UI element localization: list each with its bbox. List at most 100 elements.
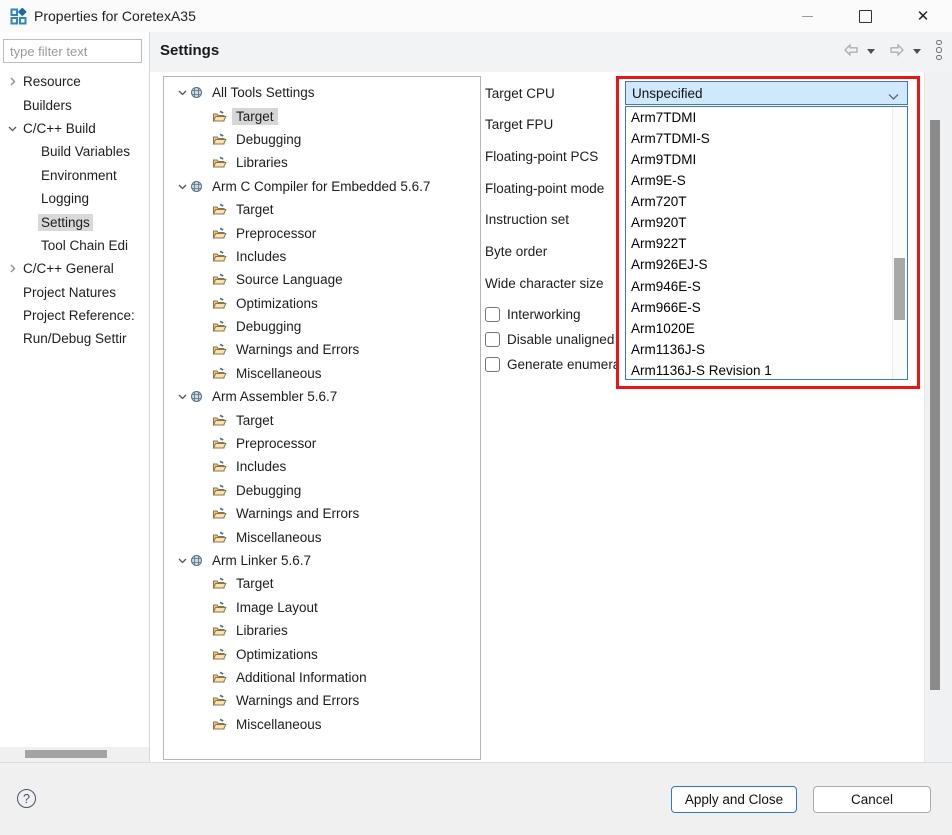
checkbox-row-disable-unaligned[interactable]: Disable unaligned <box>485 329 614 349</box>
open-folder-icon <box>212 343 227 356</box>
view-menu-icon[interactable] <box>930 41 948 59</box>
cpu-option-arm920t[interactable]: Arm920T <box>626 212 907 233</box>
maximize-button[interactable] <box>836 0 894 32</box>
tool-tree-item-target[interactable]: Target <box>164 408 480 431</box>
cpu-option-arm1020e[interactable]: Arm1020E <box>626 318 907 339</box>
sidebar-item-c-c-build[interactable]: C/C++ Build <box>0 117 150 140</box>
main-vertical-scrollbar[interactable] <box>924 72 952 762</box>
tool-tree-item-label: Debugging <box>232 318 305 335</box>
minimize-button[interactable] <box>778 0 836 32</box>
checkbox-interworking[interactable] <box>485 307 500 322</box>
open-folder-icon <box>212 507 227 520</box>
tool-tree-item-label: Target <box>232 108 278 125</box>
cpu-option-arm966e-s[interactable]: Arm966E-S <box>626 297 907 318</box>
tool-tree-item-target[interactable]: Target <box>164 198 480 221</box>
tool-tree-item-miscellaneous[interactable]: Miscellaneous <box>164 713 480 736</box>
forward-arrow-icon[interactable] <box>888 41 906 59</box>
tool-tree-item-label: Target <box>232 412 278 429</box>
tool-tree-item-warnings-and-errors[interactable]: Warnings and Errors <box>164 338 480 361</box>
sidebar-item-logging[interactable]: Logging <box>0 187 150 210</box>
tool-tree-item-debugging[interactable]: Debugging <box>164 315 480 338</box>
tool-tree-item-arm-c-compiler-for-embedded-5-6-7[interactable]: Arm C Compiler for Embedded 5.6.7 <box>164 175 480 198</box>
checkbox-generate-enumerat[interactable] <box>485 357 500 372</box>
cpu-option-arm1136j-s[interactable]: Arm1136J-S <box>626 339 907 360</box>
back-history-dropdown-icon[interactable] <box>862 41 880 59</box>
field-label-byte-order: Byte order <box>485 240 547 264</box>
tool-tree-item-debugging[interactable]: Debugging <box>164 128 480 151</box>
tool-tree-item-libraries[interactable]: Libraries <box>164 151 480 174</box>
tool-tree-item-label: Optimizations <box>232 295 322 312</box>
sidebar-item-resource[interactable]: Resource <box>0 70 150 93</box>
tool-tree-item-all-tools-settings[interactable]: All Tools Settings <box>164 81 480 104</box>
scrollbar-thumb[interactable] <box>25 750 107 758</box>
tool-tree-item-preprocessor[interactable]: Preprocessor <box>164 432 480 455</box>
dropdown-scrollbar[interactable] <box>892 107 907 379</box>
tool-tree-item-warnings-and-errors[interactable]: Warnings and Errors <box>164 689 480 712</box>
checkbox-row-generate-enumerat[interactable]: Generate enumerat <box>485 354 616 374</box>
target-cpu-combobox[interactable]: Unspecified <box>625 81 908 105</box>
tool-tree-item-warnings-and-errors[interactable]: Warnings and Errors <box>164 502 480 525</box>
tool-icon <box>190 86 203 99</box>
tool-tree-item-label: Preprocessor <box>232 435 320 452</box>
open-folder-icon <box>212 227 227 240</box>
help-button[interactable]: ? <box>17 789 36 808</box>
tool-tree-item-target[interactable]: Target <box>164 104 480 127</box>
sidebar-item-environment[interactable]: Environment <box>0 164 150 187</box>
tool-tree-item-arm-linker-5-6-7[interactable]: Arm Linker 5.6.7 <box>164 549 480 572</box>
sidebar-item-tool-chain-edi[interactable]: Tool Chain Edi <box>0 234 150 257</box>
sidebar-horizontal-scrollbar[interactable] <box>0 747 149 762</box>
field-label-floating-point-mode: Floating-point mode <box>485 176 604 200</box>
tool-settings-tree: All Tools SettingsTargetDebuggingLibrari… <box>163 76 481 760</box>
tool-tree-item-miscellaneous[interactable]: Miscellaneous <box>164 525 480 548</box>
cpu-option-arm926ej-s[interactable]: Arm926EJ-S <box>626 254 907 275</box>
tool-tree-item-label: Warnings and Errors <box>232 505 363 522</box>
checkbox-label: Disable unaligned <box>507 332 614 347</box>
tool-tree-item-label: Includes <box>232 458 290 475</box>
cpu-option-arm1136j-s-revision-1[interactable]: Arm1136J-S Revision 1 <box>626 360 907 380</box>
forward-history-dropdown-icon[interactable] <box>908 41 926 59</box>
scrollbar-thumb[interactable] <box>930 120 940 690</box>
sidebar-item-builders[interactable]: Builders <box>0 93 150 116</box>
back-arrow-icon[interactable] <box>842 41 860 59</box>
tool-tree-item-optimizations[interactable]: Optimizations <box>164 292 480 315</box>
tool-tree-item-includes[interactable]: Includes <box>164 455 480 478</box>
tool-tree-item-label: Includes <box>232 248 290 265</box>
checkbox-label: Interworking <box>507 307 581 322</box>
sidebar-item-project-reference[interactable]: Project Reference: <box>0 304 150 327</box>
sidebar-item-settings[interactable]: Settings <box>0 210 150 233</box>
tool-tree-item-optimizations[interactable]: Optimizations <box>164 642 480 665</box>
tool-tree-item-includes[interactable]: Includes <box>164 245 480 268</box>
open-folder-icon <box>212 648 227 661</box>
tool-tree-item-preprocessor[interactable]: Preprocessor <box>164 221 480 244</box>
cpu-option-arm9tdmi[interactable]: Arm9TDMI <box>626 149 907 170</box>
close-button[interactable]: ✕ <box>894 0 952 32</box>
checkbox-row-interworking[interactable]: Interworking <box>485 304 581 324</box>
filter-input[interactable] <box>3 39 142 63</box>
combobox-value: Unspecified <box>632 86 703 101</box>
sidebar-item-project-natures[interactable]: Project Natures <box>0 281 150 304</box>
chevron-expanded-icon <box>178 556 187 565</box>
sidebar-item-c-c-general[interactable]: C/C++ General <box>0 257 150 280</box>
open-folder-icon <box>212 250 227 263</box>
tool-tree-item-additional-information[interactable]: Additional Information <box>164 666 480 689</box>
tool-tree-item-source-language[interactable]: Source Language <box>164 268 480 291</box>
cpu-option-arm720t[interactable]: Arm720T <box>626 191 907 212</box>
tool-tree-item-image-layout[interactable]: Image Layout <box>164 596 480 619</box>
scrollbar-thumb[interactable] <box>894 258 905 320</box>
cpu-option-arm922t[interactable]: Arm922T <box>626 233 907 254</box>
checkbox-disable-unaligned[interactable] <box>485 332 500 347</box>
cpu-option-arm7tdmi[interactable]: Arm7TDMI <box>626 107 907 128</box>
tool-tree-item-miscellaneous[interactable]: Miscellaneous <box>164 362 480 385</box>
cpu-option-arm7tdmi-s[interactable]: Arm7TDMI-S <box>626 128 907 149</box>
cancel-button[interactable]: Cancel <box>813 786 931 813</box>
tool-tree-item-libraries[interactable]: Libraries <box>164 619 480 642</box>
cpu-option-arm946e-s[interactable]: Arm946E-S <box>626 276 907 297</box>
apply-and-close-button[interactable]: Apply and Close <box>671 786 797 813</box>
sidebar-item-label: Settings <box>38 214 93 231</box>
cpu-option-arm9e-s[interactable]: Arm9E-S <box>626 170 907 191</box>
sidebar-item-run-debug-settir[interactable]: Run/Debug Settir <box>0 327 150 350</box>
tool-tree-item-debugging[interactable]: Debugging <box>164 479 480 502</box>
tool-tree-item-target[interactable]: Target <box>164 572 480 595</box>
tool-tree-item-arm-assembler-5-6-7[interactable]: Arm Assembler 5.6.7 <box>164 385 480 408</box>
sidebar-item-build-variables[interactable]: Build Variables <box>0 140 150 163</box>
